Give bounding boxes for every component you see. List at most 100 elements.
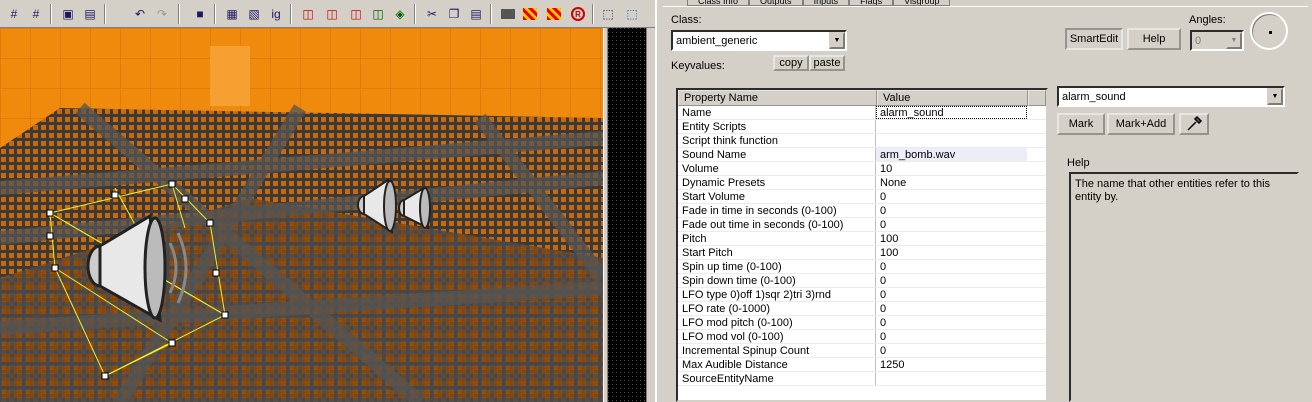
property-value-cell[interactable]: arm_bomb.wav bbox=[876, 148, 1027, 161]
selection-icon[interactable]: ⬚ bbox=[622, 4, 642, 24]
property-value-cell[interactable]: 0 bbox=[876, 260, 1027, 273]
table-row[interactable]: Fade out time in seconds (0-100) 0 bbox=[678, 218, 1046, 232]
angles-label: Angles: bbox=[1189, 14, 1226, 26]
run-icon[interactable]: R bbox=[568, 4, 588, 24]
grid-header-filler bbox=[1028, 90, 1046, 106]
paste-icon[interactable]: ▤ bbox=[466, 4, 486, 24]
chevron-down-icon[interactable]: ▼ bbox=[829, 32, 845, 49]
ungroup-icon[interactable]: ▤ bbox=[80, 4, 100, 24]
clip-icon[interactable]: ◫ bbox=[346, 4, 366, 24]
keyvalues-grid[interactable]: Property Name Value Name alarm_sound Entit… bbox=[676, 88, 1048, 402]
grid-dots-icon[interactable]: # bbox=[26, 4, 46, 24]
hollow-icon[interactable]: ◫ bbox=[322, 4, 342, 24]
property-value-cell[interactable]: 0 bbox=[876, 190, 1027, 203]
table-row[interactable]: LFO mod pitch (0-100) 0 bbox=[678, 316, 1046, 330]
property-value-cell[interactable]: None bbox=[876, 176, 1027, 189]
carve-icon[interactable]: ◫ bbox=[298, 4, 318, 24]
table-row[interactable]: LFO mod vol (0-100) 0 bbox=[678, 330, 1046, 344]
table-row[interactable]: Sound Name arm_bomb.wav bbox=[678, 148, 1046, 162]
property-value-cell[interactable]: alarm_sound bbox=[876, 106, 1027, 119]
property-name-cell: LFO mod pitch (0-100) bbox=[678, 316, 876, 329]
property-value-cell[interactable]: 0 bbox=[876, 274, 1027, 287]
visgroup-icon[interactable]: ◈ bbox=[390, 4, 410, 24]
property-value-cell[interactable]: 10 bbox=[876, 162, 1027, 175]
help-button[interactable]: Help bbox=[1127, 28, 1181, 50]
angles-dial-center bbox=[1269, 31, 1272, 34]
table-row[interactable]: SourceEntityName bbox=[678, 372, 1046, 386]
property-value-cell[interactable]: 0 bbox=[876, 204, 1027, 217]
angles-combo[interactable]: 0 ▼ bbox=[1190, 30, 1244, 51]
chevron-down-icon[interactable]: ▼ bbox=[1226, 32, 1242, 49]
class-combo[interactable]: ambient_generic ▼ bbox=[671, 30, 847, 51]
property-name-cell: LFO type 0)off 1)sqr 2)tri 3)rnd bbox=[678, 288, 876, 301]
mark-button[interactable]: Mark bbox=[1057, 113, 1105, 135]
undo-icon[interactable]: ↶ bbox=[130, 4, 150, 24]
angles-value: 0 bbox=[1195, 34, 1202, 47]
chevron-down-icon[interactable]: ▼ bbox=[1267, 88, 1283, 105]
vertex-icon[interactable]: ◫ bbox=[368, 4, 388, 24]
column-header-value[interactable]: Value bbox=[877, 90, 1028, 106]
angles-dial[interactable] bbox=[1250, 12, 1288, 50]
ignore-group-icon[interactable]: ig bbox=[266, 4, 286, 24]
select-icon[interactable]: ▦ bbox=[222, 4, 242, 24]
hatch-icon[interactable] bbox=[520, 4, 540, 24]
table-row[interactable]: Dynamic Presets None bbox=[678, 176, 1046, 190]
table-row[interactable]: Start Volume 0 bbox=[678, 190, 1046, 204]
property-value-cell[interactable]: 1250 bbox=[876, 358, 1027, 371]
table-row[interactable]: LFO type 0)off 1)sqr 2)tri 3)rnd 0 bbox=[678, 288, 1046, 302]
table-row[interactable]: Incremental Spinup Count 0 bbox=[678, 344, 1046, 358]
2d-grid bbox=[608, 28, 646, 402]
property-value-cell[interactable]: 100 bbox=[876, 232, 1027, 245]
table-row[interactable]: Name alarm_sound bbox=[678, 106, 1046, 120]
table-row[interactable]: Start Pitch 100 bbox=[678, 246, 1046, 260]
object-properties-panel: Class Info Outputs Inputs Flags Visgroup… bbox=[655, 0, 1312, 402]
property-value-cell[interactable]: 0 bbox=[876, 344, 1027, 357]
property-value-cell[interactable]: 0 bbox=[876, 330, 1027, 343]
cube-icon[interactable]: ■ bbox=[190, 4, 210, 24]
help-text-box: The name that other entities refer to th… bbox=[1069, 172, 1299, 402]
texture-icon[interactable]: ▧ bbox=[244, 4, 264, 24]
value-combo[interactable]: alarm_sound ▼ bbox=[1057, 86, 1285, 107]
copy-icon[interactable]: ❐ bbox=[444, 4, 464, 24]
property-name-cell: Max Audible Distance bbox=[678, 358, 876, 371]
smartedit-button[interactable]: SmartEdit bbox=[1065, 28, 1123, 50]
property-value-cell[interactable]: 0 bbox=[876, 316, 1027, 329]
table-row[interactable]: Fade in time in seconds (0-100) 0 bbox=[678, 204, 1046, 218]
hatch2-icon[interactable] bbox=[544, 4, 564, 24]
redo-icon[interactable]: ↷ bbox=[152, 4, 172, 24]
viewport-scrollbar[interactable] bbox=[646, 28, 655, 402]
texture-lock-icon[interactable] bbox=[498, 4, 518, 24]
table-row[interactable]: Script think function bbox=[678, 134, 1046, 148]
group-icon[interactable]: ▣ bbox=[58, 4, 78, 24]
table-row[interactable]: Pitch 100 bbox=[678, 232, 1046, 246]
toolbar-separator bbox=[178, 4, 180, 24]
table-row[interactable]: Max Audible Distance 1250 bbox=[678, 358, 1046, 372]
class-value: ambient_generic bbox=[676, 34, 758, 47]
table-row[interactable]: Spin down time (0-100) 0 bbox=[678, 274, 1046, 288]
property-value-cell[interactable]: 0 bbox=[876, 218, 1027, 231]
property-value-cell[interactable]: 100 bbox=[876, 246, 1027, 259]
paste-button[interactable]: paste bbox=[809, 55, 845, 71]
grid-icon[interactable]: # bbox=[4, 4, 24, 24]
property-value-cell[interactable] bbox=[876, 372, 1027, 385]
table-row[interactable]: Entity Scripts bbox=[678, 120, 1046, 134]
table-row[interactable]: Spin up time (0-100) 0 bbox=[678, 260, 1046, 274]
toolbox-icon[interactable]: ⬚ bbox=[598, 4, 618, 24]
property-value-cell[interactable] bbox=[876, 134, 1027, 147]
property-name-cell: SourceEntityName bbox=[678, 372, 876, 385]
property-value-cell[interactable] bbox=[876, 120, 1027, 133]
table-row[interactable]: LFO rate (0-1000) 0 bbox=[678, 302, 1046, 316]
cut-icon[interactable]: ✂ bbox=[422, 4, 442, 24]
table-row[interactable]: Volume 10 bbox=[678, 162, 1046, 176]
help-label: Help bbox=[1067, 157, 1090, 169]
toolbar-separator bbox=[50, 4, 52, 24]
property-value-cell[interactable]: 0 bbox=[876, 288, 1027, 301]
property-name-cell: Sound Name bbox=[678, 148, 876, 161]
eyedropper-button[interactable] bbox=[1179, 113, 1209, 135]
3d-viewport[interactable] bbox=[0, 28, 603, 402]
mark-add-button[interactable]: Mark+Add bbox=[1107, 113, 1175, 135]
column-header-property-name[interactable]: Property Name bbox=[678, 90, 877, 106]
2d-viewport[interactable] bbox=[608, 28, 646, 402]
copy-button[interactable]: copy bbox=[773, 55, 809, 71]
property-value-cell[interactable]: 0 bbox=[876, 302, 1027, 315]
